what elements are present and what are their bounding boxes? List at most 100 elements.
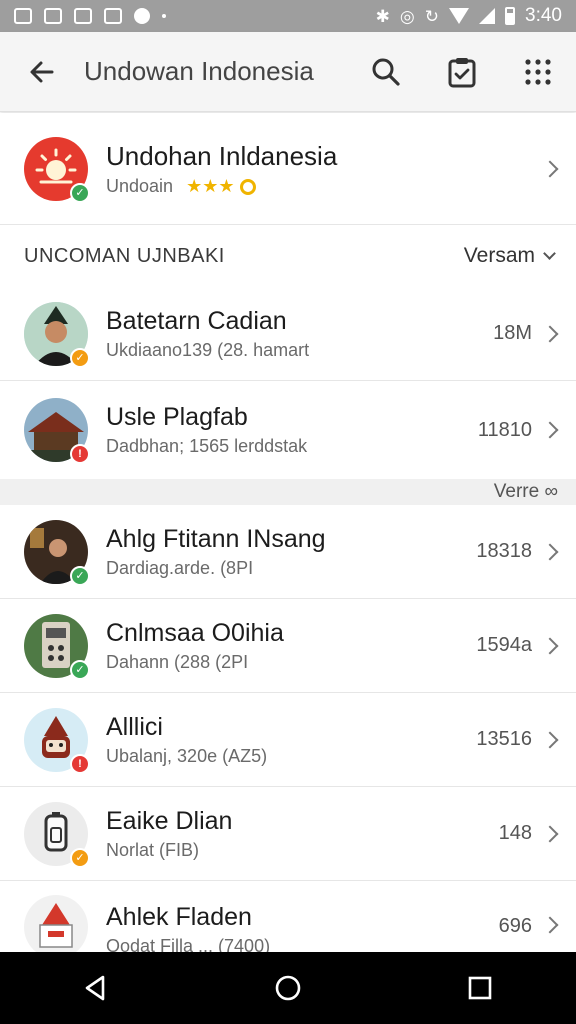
avatar: ! (24, 398, 90, 464)
chevron-right-icon (541, 731, 559, 748)
chevron-down-icon (543, 247, 556, 260)
item-subtitle: Ubalanj, 320e (AZ5) (106, 746, 268, 766)
bluetooth-icon: ✱ (375, 6, 390, 26)
list-item[interactable]: ✓ Batetarn Cadian Ukdiaano139 (28. hamar… (0, 287, 576, 381)
grid-icon (525, 58, 551, 85)
app-title: Undohan Inldanesia (106, 141, 338, 171)
nav-back-button[interactable] (66, 958, 126, 1018)
item-value: 18318 (476, 540, 532, 562)
item-title: Usle Plagfab (106, 403, 248, 431)
notification-icons (14, 8, 166, 24)
app-logo: ✓ (24, 136, 90, 203)
avatar: ✓ (24, 801, 90, 868)
search-button[interactable] (348, 32, 424, 112)
section-header: UNCOMAN UJNBAKI Versam (0, 225, 576, 287)
toolbar-title: Undowan Indonesia (84, 56, 314, 86)
nav-recents-button[interactable] (450, 958, 510, 1018)
back-arrow-icon (30, 61, 54, 82)
section-header-inner: UNCOMAN UJNBAKI Versam (0, 225, 576, 287)
item-title: Eaike Dlian (106, 807, 233, 835)
item-subtitle: Norlat (FIB) (106, 840, 200, 860)
apps-grid-button[interactable] (500, 32, 576, 112)
app-info: Undohan Inldanesia Undoain ★★★ (106, 141, 480, 197)
item-subtitle: Dardiag.arde. (8PI (106, 558, 254, 578)
clipboard-button[interactable] (424, 32, 500, 112)
sticker-icon (104, 8, 122, 24)
item-value: 1594a (476, 634, 532, 656)
chevron-right-icon (541, 325, 559, 342)
chevron-right-icon (541, 543, 559, 560)
chevron-right-icon (541, 825, 559, 842)
item-title: Ahlek Fladen (106, 903, 252, 931)
building-icon (24, 895, 88, 959)
more-dot-icon (162, 14, 166, 18)
list-item[interactable]: ! Alllici Ubalanj, 320e (AZ5) 13516 (0, 693, 576, 787)
item-subtitle: Dadbhan; 1565 lerddstak (106, 436, 308, 456)
item-value: 148 (498, 822, 532, 844)
sync-icon: ↻ (424, 6, 440, 26)
app-subtitle: Undoain (106, 176, 174, 196)
signal-icon (479, 8, 496, 24)
chevron-right-icon (541, 160, 559, 177)
status-bar: ✱ ◎ ↻ 3:40 (0, 0, 576, 32)
app-subtitle-line: Undoain ★★★ (106, 176, 480, 197)
item-title: Ahlg Ftitann INsang (106, 525, 326, 553)
list-item[interactable]: ✓ Cnlmsaa O0ihia Dahann (288 (2PI 1594a (0, 599, 576, 693)
status-badge: ! (70, 753, 90, 774)
item-title: Alllici (106, 713, 163, 741)
nav-home-button[interactable] (258, 958, 318, 1018)
avatar: ✓ (24, 301, 90, 368)
triangle-back-icon (85, 975, 105, 1001)
verified-badge-icon: ✓ (70, 182, 90, 203)
status-badge: ✓ (70, 565, 90, 586)
top-app-bar: Undowan Indonesia (0, 32, 576, 112)
item-text: Usle Plagfab Dadbhan; 1565 lerddstak (106, 403, 480, 457)
section-label: UNCOMAN UJNBAKI (24, 244, 225, 267)
list-item[interactable]: ✓ Eaike Dlian Norlat (FIB) 148 (0, 787, 576, 881)
sort-dropdown[interactable]: Versam (463, 244, 556, 268)
chevron-right-icon (541, 421, 559, 439)
item-text: Batetarn Cadian Ukdiaano139 (28. hamart (106, 307, 480, 361)
app-header-row[interactable]: ✓ Undohan Inldanesia Undoain ★★★ (0, 113, 576, 225)
status-badge: ✓ (70, 659, 90, 680)
wifi-icon (449, 8, 470, 24)
circle-home-icon (275, 975, 301, 1001)
item-subtitle: Ukdiaano139 (28. hamart (106, 340, 310, 360)
list-item[interactable]: ✓ Ahlg Ftitann INsang Dardiag.arde. (8PI… (0, 505, 576, 599)
item-value: 11810 (477, 418, 532, 441)
search-icon (372, 58, 400, 86)
item-title: Cnlmsaa O0ihia (106, 619, 284, 647)
sort-label: Versam (463, 244, 535, 267)
mail-icon (14, 8, 32, 24)
status-badge: ✓ (70, 847, 90, 868)
nfc-icon: ◎ (399, 6, 415, 26)
avatar (24, 895, 88, 959)
back-button[interactable] (0, 32, 84, 112)
item-text: Eaike Dlian Norlat (FIB) (106, 807, 480, 861)
coin-icon (239, 179, 256, 196)
square-recents-icon (468, 976, 492, 1000)
item-value: 18M (493, 322, 532, 344)
divider-strip: Verre ∞ (0, 479, 576, 505)
system-nav-bar (0, 952, 576, 1024)
item-title: Batetarn Cadian (106, 307, 287, 335)
status-badge: ✓ (70, 347, 90, 368)
content-list: ✓ Undohan Inldanesia Undoain ★★★ UNCOMAN… (0, 113, 576, 967)
item-text: Ahlek Fladen Oodat Filla ... (7400) (106, 903, 480, 957)
avatar: ✓ (24, 613, 90, 680)
circle-icon (134, 8, 150, 24)
clipboard-icon (448, 57, 476, 87)
system-icons: ✱ ◎ ↻ 3:40 (376, 5, 562, 27)
item-subtitle: Dahann (288 (2PI (106, 652, 249, 672)
chevron-right-icon (541, 637, 559, 654)
item-text: Alllici Ubalanj, 320e (AZ5) (106, 713, 480, 767)
list-item[interactable]: ! Usle Plagfab Dadbhan; 1565 lerddstak 1… (0, 381, 576, 479)
item-text: Cnlmsaa O0ihia Dahann (288 (2PI (106, 619, 480, 673)
sun-logo-icon (35, 148, 77, 183)
image-icon (44, 8, 62, 24)
item-value: 696 (498, 915, 532, 937)
chevron-right-icon (541, 916, 559, 934)
avatar: ! (24, 707, 90, 774)
section-divider: Verre ∞ (0, 479, 576, 505)
rating-stars-icon: ★★★ (186, 176, 235, 196)
